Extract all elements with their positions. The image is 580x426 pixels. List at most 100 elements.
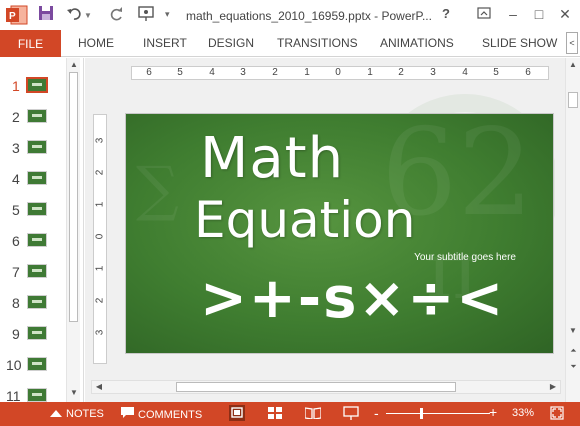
scrollbar-thumb[interactable]: [69, 72, 78, 322]
normal-view-icon[interactable]: [229, 405, 245, 421]
slide-number: 1: [12, 78, 20, 94]
ruler-label: 6: [146, 67, 152, 78]
tab-slide-show[interactable]: SLIDE SHOW: [482, 36, 557, 50]
tab-design[interactable]: DESIGN: [208, 36, 254, 50]
slide-thumbnail[interactable]: 2: [0, 106, 64, 128]
vertical-ruler: 3 2 1 0 1 2 3: [93, 114, 107, 364]
slide-thumbnail-image: [27, 171, 47, 185]
current-slide[interactable]: 62 ∑ π Math Equation Your subtitle goes …: [125, 113, 554, 354]
close-button[interactable]: ✕: [556, 6, 574, 23]
title-bar: P ▼ ▾ math_equations_2010_16959.pptx - P…: [0, 0, 580, 30]
svg-text:P: P: [9, 11, 16, 22]
ribbon-display-options-icon[interactable]: [475, 6, 493, 22]
scrollbar-thumb[interactable]: [176, 382, 456, 392]
tab-animations[interactable]: ANIMATIONS: [380, 36, 454, 50]
ruler-label: 2: [272, 67, 278, 78]
slide-thumbnail-image: [27, 388, 47, 402]
ruler-label: 1: [304, 67, 310, 78]
scroll-down-icon[interactable]: ▼: [67, 388, 81, 400]
scroll-down-icon[interactable]: ▼: [566, 326, 580, 338]
scroll-up-icon[interactable]: ▲: [566, 60, 580, 72]
minimize-button[interactable]: –: [504, 6, 522, 22]
slide-subtitle[interactable]: Your subtitle goes here: [366, 251, 516, 264]
maximize-button[interactable]: □: [530, 6, 548, 22]
scroll-right-icon[interactable]: ▶: [547, 381, 559, 393]
thumbnails-scrollbar[interactable]: ▲ ▼: [66, 58, 80, 402]
slide-number: 4: [12, 171, 20, 187]
tab-file[interactable]: FILE: [0, 30, 61, 57]
slide-thumbnail[interactable]: 7: [0, 261, 64, 283]
slide-thumbnail[interactable]: 5: [0, 199, 64, 221]
editor-vertical-scrollbar[interactable]: ▲ ▼ ⏶ ⏷: [565, 58, 580, 402]
window-title: math_equations_2010_16959.pptx - PowerP.…: [186, 9, 432, 23]
slide-thumbnail-image: [27, 357, 47, 371]
slide-number: 5: [12, 202, 20, 218]
slide-thumbnail-image: [27, 326, 47, 340]
next-slide-icon[interactable]: ⏷: [568, 361, 579, 372]
undo-dropdown-icon[interactable]: ▼: [84, 11, 92, 20]
comments-button[interactable]: COMMENTS: [121, 407, 202, 422]
slide-thumbnail[interactable]: 11: [0, 385, 64, 402]
scroll-up-icon[interactable]: ▲: [67, 60, 81, 72]
slide-thumbnail[interactable]: 8: [0, 292, 64, 314]
editor-horizontal-scrollbar[interactable]: ◀ ▶: [91, 380, 561, 394]
zoom-slider[interactable]: [386, 413, 490, 414]
help-button[interactable]: ?: [437, 6, 455, 21]
slide-title-line-1[interactable]: Math: [200, 126, 344, 191]
status-bar: NOTES COMMENTS - + 33%: [0, 402, 580, 426]
comments-label: COMMENTS: [138, 408, 203, 421]
slide-thumbnail-image: [27, 109, 47, 123]
zoom-slider-thumb[interactable]: [420, 408, 423, 419]
slide-number: 7: [12, 264, 20, 280]
save-icon[interactable]: [38, 5, 54, 21]
tab-transitions[interactable]: TRANSITIONS: [277, 36, 358, 50]
zoom-out-button[interactable]: -: [374, 405, 379, 421]
slide-thumbnail-image: [27, 140, 47, 154]
undo-icon[interactable]: [66, 7, 82, 21]
comments-icon: [121, 407, 134, 422]
slide-thumbnail[interactable]: 3: [0, 137, 64, 159]
slide-thumbnail[interactable]: 9: [0, 323, 64, 345]
tab-home[interactable]: HOME: [78, 36, 114, 50]
slide-thumbnail-image: [27, 202, 47, 216]
ruler-label: 4: [209, 67, 215, 78]
zoom-level[interactable]: 33%: [512, 407, 534, 419]
slide-thumbnail[interactable]: 6: [0, 230, 64, 252]
slide-number: 2: [12, 109, 20, 125]
ruler-label: 2: [94, 169, 106, 176]
slide-editor: 6 5 4 3 2 1 0 1 2 3 4 5 6 3 2 1 0 1 2 3 …: [85, 58, 580, 402]
slide-thumbnail-image: [27, 233, 47, 247]
ruler-label: 5: [177, 67, 183, 78]
notes-button[interactable]: NOTES: [50, 407, 104, 420]
slide-show-view-icon[interactable]: [343, 406, 359, 420]
reading-view-icon[interactable]: [305, 407, 321, 419]
slide-number: 9: [12, 326, 20, 342]
slide-math-symbols[interactable]: >+-s×÷<: [200, 266, 505, 331]
notes-label: NOTES: [66, 407, 104, 420]
scroll-left-icon[interactable]: ◀: [93, 381, 105, 393]
previous-slide-icon[interactable]: ⏶: [568, 345, 579, 356]
background-watermark-symbol: ∑: [136, 154, 179, 224]
ruler-label: 1: [94, 201, 106, 208]
ruler-label: 0: [94, 233, 106, 240]
scrollbar-thumb[interactable]: [568, 92, 578, 108]
slide-thumbnail[interactable]: 10: [0, 354, 64, 376]
fit-slide-to-window-icon[interactable]: [550, 406, 564, 420]
customize-toolbar-icon[interactable]: ▾: [165, 9, 170, 20]
slide-number: 10: [6, 357, 22, 373]
ribbon-scroll-left-button[interactable]: <: [566, 32, 578, 54]
slide-thumbnail-image: [27, 264, 47, 278]
ruler-label: 1: [367, 67, 373, 78]
ruler-label: 6: [525, 67, 531, 78]
start-slideshow-icon[interactable]: [138, 6, 156, 22]
slide-thumbnail[interactable]: 1: [0, 75, 64, 97]
zoom-in-button[interactable]: +: [489, 404, 497, 420]
slide-sorter-icon[interactable]: [268, 407, 282, 419]
slide-number: 11: [6, 388, 21, 402]
tab-insert[interactable]: INSERT: [143, 36, 187, 50]
slide-thumbnail-image: [26, 77, 48, 93]
redo-icon[interactable]: [110, 6, 124, 22]
slide-title-line-2[interactable]: Equation: [194, 191, 415, 249]
slide-thumbnail[interactable]: 4: [0, 168, 64, 190]
ruler-label: 3: [240, 67, 246, 78]
